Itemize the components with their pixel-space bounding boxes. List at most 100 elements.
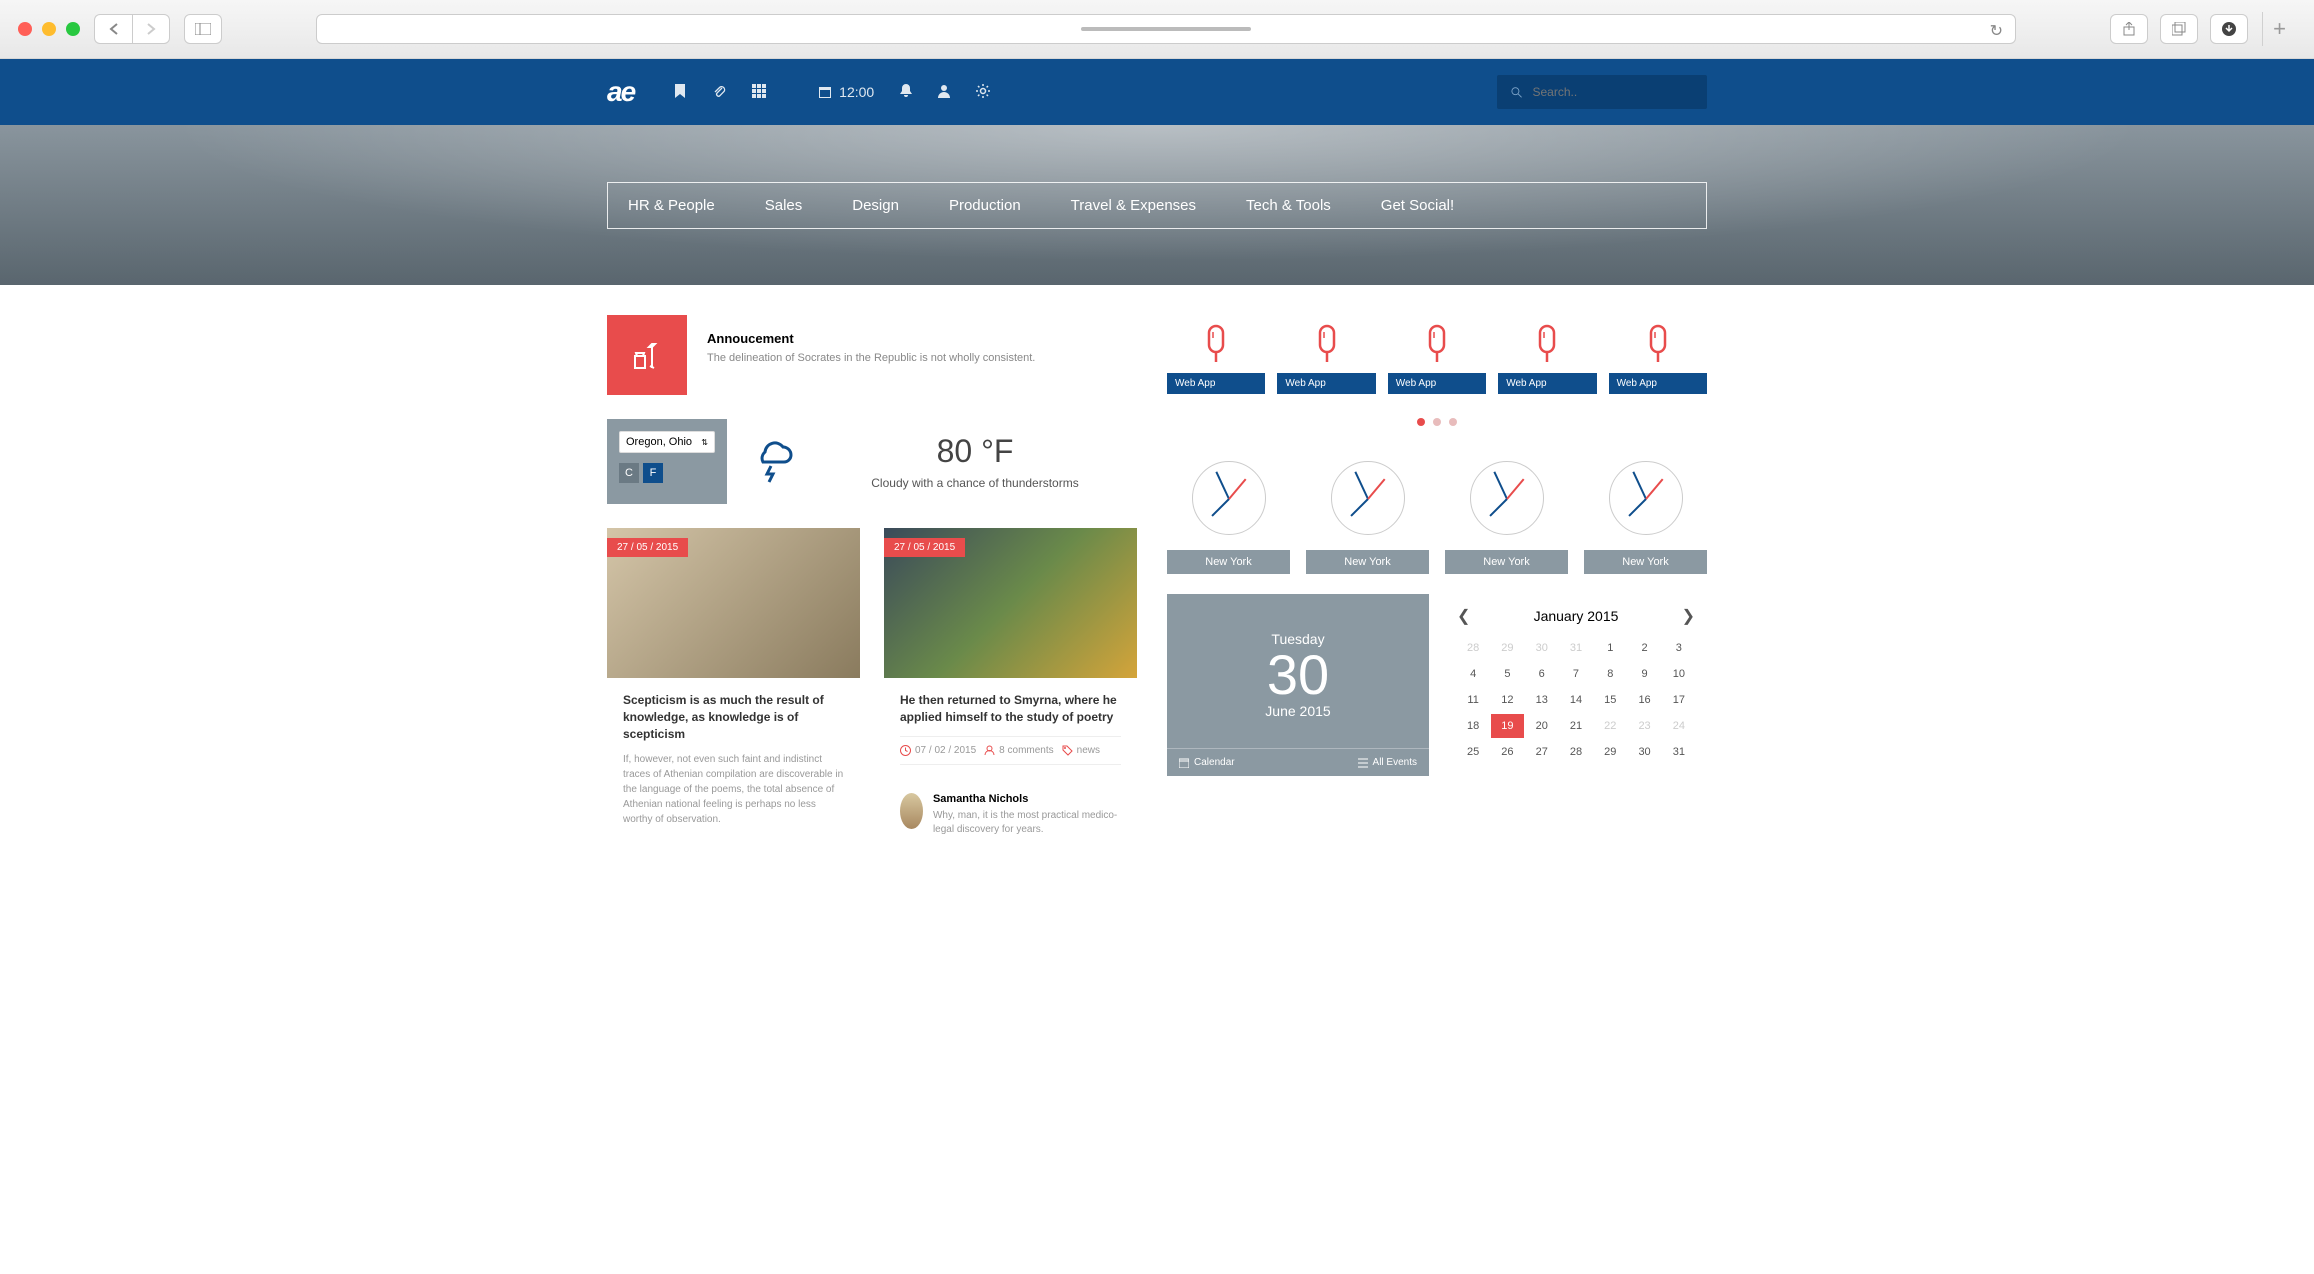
cal-cell[interactable]: 27 xyxy=(1526,740,1558,764)
cal-cell[interactable]: 4 xyxy=(1457,662,1489,686)
url-bar[interactable]: ↻ xyxy=(316,14,2016,44)
announcement-text: The delineation of Socrates in the Repub… xyxy=(707,352,1117,364)
clock-card: New York xyxy=(1167,446,1290,574)
cal-cell[interactable]: 20 xyxy=(1526,714,1558,738)
mini-cal-title: January 2015 xyxy=(1534,608,1619,624)
back-button[interactable] xyxy=(94,14,132,44)
news-card-1[interactable]: 27 / 05 / 2015 Scepticism is as much the… xyxy=(607,528,860,851)
cal-cell[interactable]: 25 xyxy=(1457,740,1489,764)
app-tile[interactable]: Web App xyxy=(1277,315,1375,394)
cal-cell[interactable]: 3 xyxy=(1663,636,1695,660)
tabs-button[interactable] xyxy=(2160,14,2198,44)
cal-cell[interactable]: 5 xyxy=(1491,662,1523,686)
cal-cell[interactable]: 23 xyxy=(1628,714,1660,738)
news-excerpt-1: If, however, not even such faint and ind… xyxy=(623,752,844,827)
today-month: June 2015 xyxy=(1265,703,1330,719)
search-box[interactable] xyxy=(1497,75,1707,109)
user-icon[interactable] xyxy=(938,84,950,101)
nav-travel[interactable]: Travel & Expenses xyxy=(1071,197,1196,214)
cal-cell[interactable]: 10 xyxy=(1663,662,1695,686)
sidebar-toggle[interactable] xyxy=(184,14,222,44)
window-close[interactable] xyxy=(18,22,32,36)
cal-cell[interactable]: 18 xyxy=(1457,714,1489,738)
dot-3[interactable] xyxy=(1449,418,1457,426)
meta-comments[interactable]: 8 comments xyxy=(984,745,1053,756)
nav-hr-people[interactable]: HR & People xyxy=(628,197,715,214)
popsicle-icon xyxy=(1388,315,1486,373)
downloads-button[interactable] xyxy=(2210,14,2248,44)
time-display[interactable]: 12:00 xyxy=(819,84,874,100)
nav-social[interactable]: Get Social! xyxy=(1381,197,1454,214)
clock-card: New York xyxy=(1445,446,1568,574)
list-icon xyxy=(1358,758,1368,768)
calendar-link[interactable]: Calendar xyxy=(1179,757,1235,768)
app-tile[interactable]: Web App xyxy=(1498,315,1596,394)
clock-face xyxy=(1470,461,1544,535)
news-card-2[interactable]: 27 / 05 / 2015 He then returned to Smyrn… xyxy=(884,528,1137,851)
cal-cell[interactable]: 8 xyxy=(1594,662,1626,686)
cal-cell[interactable]: 1 xyxy=(1594,636,1626,660)
cal-cell[interactable]: 17 xyxy=(1663,688,1695,712)
cal-cell[interactable]: 30 xyxy=(1628,740,1660,764)
new-tab-button[interactable]: + xyxy=(2262,12,2296,46)
window-zoom[interactable] xyxy=(66,22,80,36)
announcement-card[interactable]: Annoucement The delineation of Socrates … xyxy=(607,315,1137,395)
chrome-right xyxy=(2110,14,2248,44)
cal-cell[interactable]: 2 xyxy=(1628,636,1660,660)
nav-design[interactable]: Design xyxy=(852,197,899,214)
nav-tech[interactable]: Tech & Tools xyxy=(1246,197,1331,214)
app-tile[interactable]: Web App xyxy=(1609,315,1707,394)
comment-author: Samantha Nichols xyxy=(933,793,1121,805)
reload-icon[interactable]: ↻ xyxy=(1990,21,2003,41)
meta-tag[interactable]: news xyxy=(1062,745,1100,756)
dot-2[interactable] xyxy=(1433,418,1441,426)
unit-c[interactable]: C xyxy=(619,463,639,483)
chevron-updown-icon: ⇅ xyxy=(701,438,708,447)
attachment-icon[interactable] xyxy=(712,84,726,101)
weather-location-select[interactable]: Oregon, Ohio ⇅ xyxy=(619,431,715,453)
cal-cell[interactable]: 6 xyxy=(1526,662,1558,686)
cal-cell[interactable]: 21 xyxy=(1560,714,1592,738)
events-link[interactable]: All Events xyxy=(1358,757,1417,768)
app-tile[interactable]: Web App xyxy=(1167,315,1265,394)
apps-icon[interactable] xyxy=(752,84,766,101)
app-tile[interactable]: Web App xyxy=(1388,315,1486,394)
nav-production[interactable]: Production xyxy=(949,197,1021,214)
forward-button[interactable] xyxy=(132,14,170,44)
cal-cell[interactable]: 7 xyxy=(1560,662,1592,686)
cal-cell[interactable]: 19 xyxy=(1491,714,1523,738)
logo[interactable]: ae xyxy=(607,76,634,108)
main-nav: HR & People Sales Design Production Trav… xyxy=(607,182,1707,229)
cal-cell[interactable]: 31 xyxy=(1560,636,1592,660)
cal-cell[interactable]: 12 xyxy=(1491,688,1523,712)
clock-card: New York xyxy=(1306,446,1429,574)
cal-cell[interactable]: 14 xyxy=(1560,688,1592,712)
cal-cell[interactable]: 29 xyxy=(1594,740,1626,764)
cal-cell[interactable]: 28 xyxy=(1457,636,1489,660)
dot-1[interactable] xyxy=(1417,418,1425,426)
nav-sales[interactable]: Sales xyxy=(765,197,803,214)
unit-f[interactable]: F xyxy=(643,463,663,483)
cal-cell[interactable]: 26 xyxy=(1491,740,1523,764)
news-date-2: 27 / 05 / 2015 xyxy=(884,538,965,557)
prev-month[interactable]: ❮ xyxy=(1457,606,1470,626)
cal-cell[interactable]: 22 xyxy=(1594,714,1626,738)
settings-icon[interactable] xyxy=(976,84,990,101)
search-input[interactable] xyxy=(1532,85,1693,99)
bookmark-icon[interactable] xyxy=(674,84,686,101)
window-minimize[interactable] xyxy=(42,22,56,36)
cal-cell[interactable]: 24 xyxy=(1663,714,1695,738)
cal-cell[interactable]: 16 xyxy=(1628,688,1660,712)
share-button[interactable] xyxy=(2110,14,2148,44)
announcement-title: Annoucement xyxy=(707,331,1117,346)
cal-cell[interactable]: 9 xyxy=(1628,662,1660,686)
cal-cell[interactable]: 30 xyxy=(1526,636,1558,660)
cal-cell[interactable]: 31 xyxy=(1663,740,1695,764)
notifications-icon[interactable] xyxy=(900,84,912,101)
cal-cell[interactable]: 15 xyxy=(1594,688,1626,712)
cal-cell[interactable]: 29 xyxy=(1491,636,1523,660)
cal-cell[interactable]: 11 xyxy=(1457,688,1489,712)
cal-cell[interactable]: 13 xyxy=(1526,688,1558,712)
cal-cell[interactable]: 28 xyxy=(1560,740,1592,764)
next-month[interactable]: ❯ xyxy=(1682,606,1695,626)
